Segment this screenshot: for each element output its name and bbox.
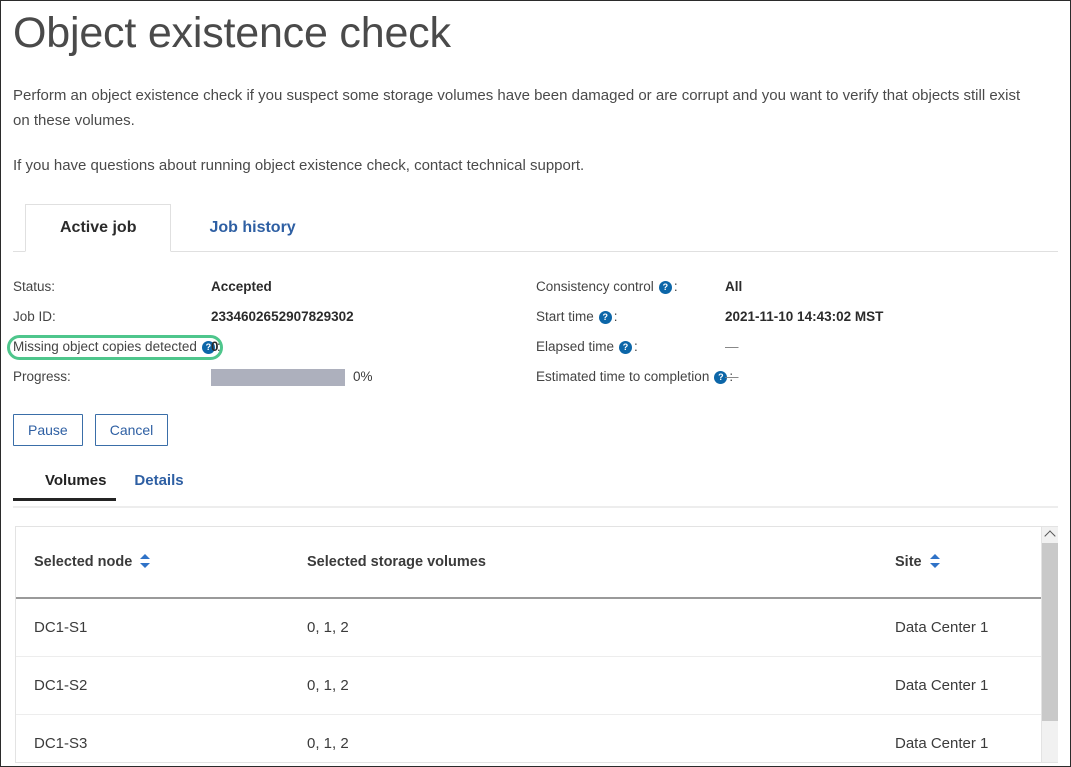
table-scrollbar[interactable]	[1041, 527, 1058, 762]
column-header-selected-node-label: Selected node	[34, 554, 132, 570]
table-cell-site: Data Center 1	[877, 656, 1041, 714]
column-header-selected-storage-volumes-label: Selected storage volumes	[307, 554, 486, 570]
status-value: Accepted	[211, 272, 272, 302]
column-header-selected-storage-volumes: Selected storage volumes	[289, 527, 877, 598]
column-header-selected-node[interactable]: Selected node	[16, 527, 289, 598]
volumes-table-scrollport: Selected node Selected storage volumes S…	[16, 527, 1041, 762]
elapsed-time-value: —	[725, 332, 739, 362]
start-time-colon: :	[614, 309, 618, 324]
elapsed-time-row: Elapsed time?: —	[536, 332, 1056, 362]
scroll-up-button[interactable]	[1042, 527, 1058, 543]
table-cell-node: DC1-S3	[16, 714, 289, 762]
tab-active-job[interactable]: Active job	[25, 204, 171, 252]
elapsed-time-label: Elapsed time	[536, 339, 614, 354]
intro-paragraph-2: If you have questions about running obje…	[13, 153, 1038, 178]
table-cell-site: Data Center 1	[877, 714, 1041, 762]
job-id-label: Job ID:	[13, 309, 56, 324]
missing-copies-row: Missing object copies detected?: 0	[13, 332, 533, 362]
primary-tabbar: Active job Job history	[13, 204, 1058, 252]
cancel-button[interactable]: Cancel	[95, 414, 169, 446]
subtab-details[interactable]: Details	[120, 472, 197, 501]
volumes-table-head: Selected node Selected storage volumes S…	[16, 527, 1041, 598]
help-icon[interactable]: ?	[599, 311, 612, 324]
table-header-row: Selected node Selected storage volumes S…	[16, 527, 1041, 598]
tab-job-history-label: Job history	[209, 219, 295, 237]
help-icon[interactable]: ?	[619, 341, 632, 354]
consistency-control-label: Consistency control	[536, 279, 654, 294]
status-label: Status:	[13, 279, 55, 294]
column-header-site-label: Site	[895, 554, 922, 570]
job-status-area: Status: Accepted Job ID: 233460265290782…	[13, 272, 1058, 392]
object-existence-check-page: Object existence check Perform an object…	[0, 0, 1071, 767]
eta-value: —	[725, 362, 739, 392]
secondary-tabbar: Volumes Details	[13, 472, 1058, 508]
elapsed-time-colon: :	[634, 339, 638, 354]
table-row[interactable]: DC1-S20, 1, 2Data Center 1	[16, 656, 1041, 714]
table-cell-volumes: 0, 1, 2	[289, 598, 877, 657]
progress-percent: 0%	[353, 362, 373, 392]
help-icon[interactable]: ?	[659, 281, 672, 294]
eta-row: Estimated time to completion?: —	[536, 362, 1056, 392]
subtab-volumes-label: Volumes	[45, 472, 106, 489]
volumes-table-container: Selected node Selected storage volumes S…	[15, 526, 1058, 763]
start-time-row: Start time?: 2021-11-10 14:43:02 MST	[536, 302, 1056, 332]
consistency-control-colon: :	[674, 279, 678, 294]
volumes-table: Selected node Selected storage volumes S…	[16, 527, 1041, 762]
table-cell-site: Data Center 1	[877, 598, 1041, 657]
eta-label: Estimated time to completion	[536, 369, 709, 384]
scrollbar-thumb[interactable]	[1042, 543, 1058, 721]
status-row: Status: Accepted	[13, 272, 533, 302]
status-column-right: Consistency control?: All Start time?: 2…	[536, 272, 1056, 392]
job-id-value: 2334602652907829302	[211, 302, 354, 332]
missing-copies-label: Missing object copies detected	[13, 339, 197, 354]
consistency-control-value: All	[725, 272, 742, 302]
job-id-row: Job ID: 2334602652907829302	[13, 302, 533, 332]
table-row[interactable]: DC1-S10, 1, 2Data Center 1	[16, 598, 1041, 657]
table-cell-volumes: 0, 1, 2	[289, 656, 877, 714]
missing-copies-value: 0	[211, 332, 219, 362]
start-time-label: Start time	[536, 309, 594, 324]
table-cell-volumes: 0, 1, 2	[289, 714, 877, 762]
chevron-up-icon	[1044, 531, 1055, 542]
sort-arrows-icon[interactable]	[140, 554, 151, 568]
subtab-volumes[interactable]: Volumes	[31, 472, 120, 501]
job-actions: Pause Cancel	[13, 414, 1058, 446]
page-title: Object existence check	[13, 1, 1058, 61]
pause-button[interactable]: Pause	[13, 414, 83, 446]
intro-paragraph-1: Perform an object existence check if you…	[13, 83, 1038, 133]
status-column-left: Status: Accepted Job ID: 233460265290782…	[13, 272, 533, 392]
subtab-details-label: Details	[134, 472, 183, 489]
table-row[interactable]: DC1-S30, 1, 2Data Center 1	[16, 714, 1041, 762]
sort-arrows-icon[interactable]	[930, 554, 941, 568]
progress-bar	[211, 369, 345, 386]
table-cell-node: DC1-S2	[16, 656, 289, 714]
volumes-table-body: DC1-S10, 1, 2Data Center 1DC1-S20, 1, 2D…	[16, 598, 1041, 762]
start-time-value: 2021-11-10 14:43:02 MST	[725, 302, 883, 332]
table-cell-node: DC1-S1	[16, 598, 289, 657]
tab-job-history[interactable]: Job history	[191, 204, 313, 252]
tab-active-job-label: Active job	[60, 219, 136, 237]
progress-label: Progress:	[13, 369, 71, 384]
column-header-site[interactable]: Site	[877, 527, 1041, 598]
progress-row: Progress: 0%	[13, 362, 533, 392]
consistency-control-row: Consistency control?: All	[536, 272, 1056, 302]
